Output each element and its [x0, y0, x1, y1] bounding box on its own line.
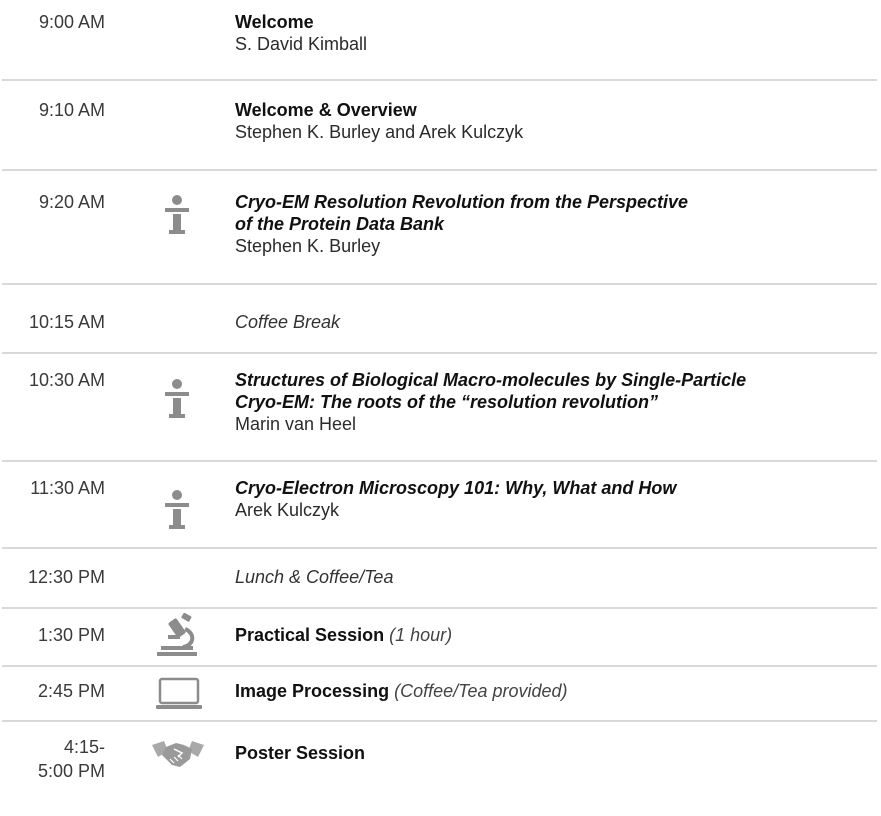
session-title: Lunch & Coffee/Tea [235, 567, 394, 587]
session-speaker: Stephen K. Burley [235, 236, 381, 256]
row-divider [2, 169, 877, 171]
session-content: Cryo-EM Resolution Revolution from the P… [235, 191, 881, 257]
session-time: 11:30 AM [30, 478, 105, 498]
session-time: 10:30 AM [28, 370, 105, 390]
session-time: 9:00 AM [38, 12, 105, 32]
row-divider [2, 607, 877, 609]
session-content: Lunch & Coffee/Tea [235, 566, 881, 588]
session-speaker: S. David Kimball [235, 34, 368, 54]
session-speaker: Arek Kulczyk [235, 500, 340, 520]
session-time: 12:30 PM [27, 567, 105, 587]
session-note: (Coffee/Tea provided) [394, 681, 568, 701]
session-title-line: Structures of Biological Macro-molecules… [235, 370, 747, 390]
laptop-icon [155, 677, 203, 716]
session-content: Practical Session (1 hour) [235, 624, 881, 646]
session-content: Welcome S. David Kimball [235, 11, 881, 55]
session-title: Welcome [235, 12, 314, 32]
microscope-icon [155, 612, 201, 662]
session-title: Practical Session [235, 625, 385, 645]
session-title: Welcome & Overview [235, 100, 417, 120]
session-content: Cryo-Electron Microscopy 101: Why, What … [235, 477, 881, 521]
session-title: Cryo-Electron Microscopy 101: Why, What … [235, 478, 677, 498]
row-divider [2, 720, 877, 722]
session-title-line: Cryo-EM: The roots of the “resolution re… [235, 392, 658, 412]
session-content: Welcome & Overview Stephen K. Burley and… [235, 99, 881, 143]
session-speaker: Stephen K. Burley and Arek Kulczyk [235, 122, 524, 142]
session-time: 4:15- 5:00 PM [5, 735, 105, 783]
session-content: Coffee Break [235, 311, 881, 333]
session-content: Poster Session [235, 742, 881, 764]
session-title-line: of the Protein Data Bank [235, 214, 445, 234]
session-title-line: Cryo-EM Resolution Revolution from the P… [235, 192, 689, 212]
row-divider [2, 352, 877, 354]
row-divider [2, 283, 877, 285]
session-time: 2:45 PM [37, 681, 105, 701]
session-content: Image Processing (Coffee/Tea provided) [235, 680, 881, 702]
speaker-podium-icon [164, 490, 190, 535]
session-title: Image Processing [235, 681, 390, 701]
session-time: 9:10 AM [38, 100, 105, 120]
row-divider [2, 460, 877, 462]
session-time: 9:20 AM [38, 192, 105, 212]
session-time-end: 5:00 PM [37, 761, 105, 781]
speaker-podium-icon [164, 195, 190, 240]
session-content: Structures of Biological Macro-molecules… [235, 369, 881, 435]
session-time: 10:15 AM [28, 312, 105, 332]
session-note: (1 hour) [389, 625, 453, 645]
row-divider [2, 547, 877, 549]
row-divider [2, 665, 877, 667]
session-speaker: Marin van Heel [235, 414, 357, 434]
row-divider [2, 79, 877, 81]
session-title: Coffee Break [235, 312, 341, 332]
handshake-icon [150, 737, 206, 778]
session-time-start: 4:15- [63, 737, 105, 757]
session-title: Poster Session [235, 743, 366, 763]
session-time: 1:30 PM [37, 625, 105, 645]
speaker-podium-icon [164, 379, 190, 424]
